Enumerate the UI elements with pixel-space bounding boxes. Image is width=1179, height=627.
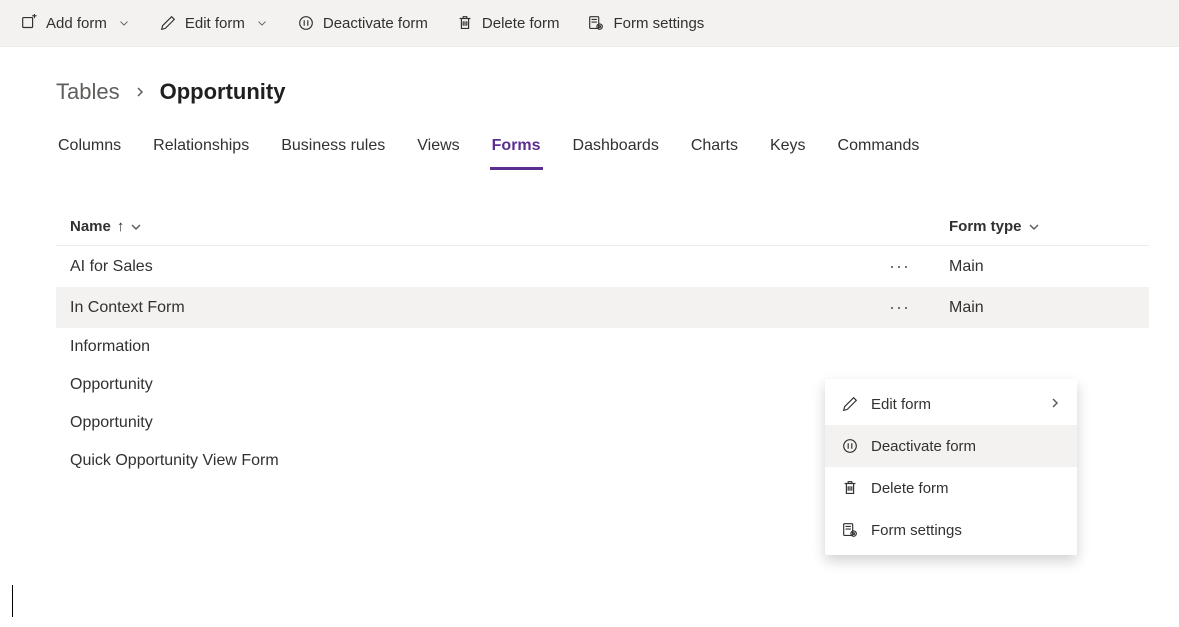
table-row[interactable]: In Context Form ··· Main bbox=[56, 287, 1149, 328]
tabs: Columns Relationships Business rules Vie… bbox=[0, 113, 1179, 170]
row-name: AI for Sales bbox=[70, 258, 889, 276]
column-header-name[interactable]: Name ↑ bbox=[70, 218, 889, 235]
chevron-down-icon bbox=[255, 16, 269, 30]
trash-icon bbox=[456, 14, 474, 32]
add-form-button[interactable]: Add form bbox=[8, 8, 143, 38]
delete-form-button[interactable]: Delete form bbox=[444, 8, 572, 38]
tab-relationships[interactable]: Relationships bbox=[151, 131, 251, 170]
pause-circle-icon bbox=[297, 14, 315, 32]
chevron-down-icon bbox=[130, 221, 142, 233]
menu-label: Edit form bbox=[871, 396, 1037, 413]
deactivate-form-label: Deactivate form bbox=[323, 15, 428, 32]
tab-commands[interactable]: Commands bbox=[836, 131, 922, 170]
table-row[interactable]: Information bbox=[56, 328, 1149, 366]
form-settings-button[interactable]: Form settings bbox=[575, 8, 716, 38]
breadcrumb-current: Opportunity bbox=[160, 79, 286, 105]
tab-business-rules[interactable]: Business rules bbox=[279, 131, 387, 170]
column-name-label: Name bbox=[70, 218, 111, 235]
tab-views[interactable]: Views bbox=[415, 131, 461, 170]
tab-charts[interactable]: Charts bbox=[689, 131, 740, 170]
menu-deactivate-form[interactable]: Deactivate form bbox=[825, 425, 1077, 467]
pencil-icon bbox=[841, 395, 859, 413]
form-settings-icon bbox=[841, 521, 859, 539]
menu-edit-form[interactable]: Edit form bbox=[825, 383, 1077, 425]
row-type: Main bbox=[949, 299, 1149, 317]
column-type-label: Form type bbox=[949, 218, 1022, 235]
sort-ascending-icon: ↑ bbox=[117, 218, 125, 235]
deactivate-form-button[interactable]: Deactivate form bbox=[285, 8, 440, 38]
pencil-icon bbox=[159, 14, 177, 32]
tab-columns[interactable]: Columns bbox=[56, 131, 123, 170]
row-name: Opportunity bbox=[70, 414, 889, 432]
context-menu: Edit form Deactivate form Delete form Fo… bbox=[825, 379, 1077, 555]
menu-delete-form[interactable]: Delete form bbox=[825, 467, 1077, 509]
chevron-down-icon bbox=[1028, 221, 1040, 233]
tab-dashboards[interactable]: Dashboards bbox=[571, 131, 661, 170]
chevron-down-icon bbox=[117, 16, 131, 30]
tab-keys[interactable]: Keys bbox=[768, 131, 808, 170]
row-name: Opportunity bbox=[70, 376, 889, 394]
form-settings-label: Form settings bbox=[613, 15, 704, 32]
row-actions-button[interactable]: ··· bbox=[889, 256, 949, 277]
toolbar: Add form Edit form Deactivate form Delet… bbox=[0, 0, 1179, 47]
trash-icon bbox=[841, 479, 859, 497]
table-header: Name ↑ Form type bbox=[56, 210, 1149, 246]
tab-forms[interactable]: Forms bbox=[490, 131, 543, 170]
form-settings-icon bbox=[587, 14, 605, 32]
row-type: Main bbox=[949, 258, 1149, 276]
row-name: Quick Opportunity View Form bbox=[70, 452, 889, 470]
table-row[interactable]: AI for Sales ··· Main bbox=[56, 246, 1149, 287]
row-actions-button[interactable]: ··· bbox=[889, 297, 949, 318]
edit-form-button[interactable]: Edit form bbox=[147, 8, 281, 38]
breadcrumb-root[interactable]: Tables bbox=[56, 79, 120, 105]
pause-circle-icon bbox=[841, 437, 859, 455]
menu-form-settings[interactable]: Form settings bbox=[825, 509, 1077, 551]
chevron-right-icon bbox=[134, 86, 146, 98]
row-name: In Context Form bbox=[70, 299, 889, 317]
row-name: Information bbox=[70, 338, 889, 356]
add-form-label: Add form bbox=[46, 15, 107, 32]
chevron-right-icon bbox=[1049, 396, 1061, 413]
menu-label: Deactivate form bbox=[871, 438, 1061, 455]
breadcrumb: Tables Opportunity bbox=[0, 47, 1179, 113]
menu-label: Form settings bbox=[871, 522, 1061, 539]
edit-form-label: Edit form bbox=[185, 15, 245, 32]
text-caret bbox=[12, 585, 13, 617]
breadcrumb-separator bbox=[134, 82, 146, 103]
menu-label: Delete form bbox=[871, 480, 1061, 497]
new-form-icon bbox=[20, 14, 38, 32]
column-header-form-type[interactable]: Form type bbox=[949, 218, 1149, 235]
delete-form-label: Delete form bbox=[482, 15, 560, 32]
